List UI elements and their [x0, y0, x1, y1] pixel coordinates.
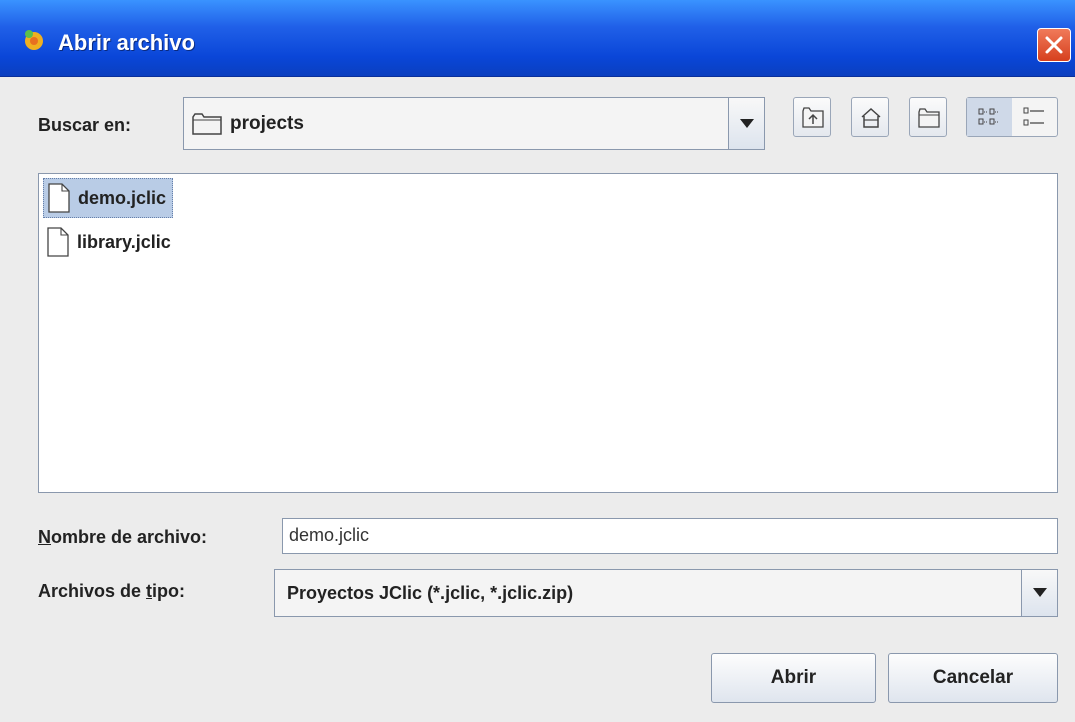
cancel-button[interactable]: Cancelar [888, 653, 1058, 703]
jclic-app-icon [25, 30, 43, 50]
home-button[interactable] [851, 97, 889, 137]
chevron-down-icon [740, 118, 754, 128]
open-button[interactable]: Abrir [711, 653, 876, 703]
lookin-combo[interactable]: projects [183, 97, 765, 150]
title-bar[interactable]: Abrir archivo [0, 0, 1075, 77]
file-name: demo.jclic [78, 187, 167, 208]
filetype-label: Archivos de tipo: [38, 581, 186, 601]
filetype-combo[interactable]: Proyectos JClic (*.jclic, *.jclic.zip) [274, 569, 1058, 617]
lookin-dropdown-button[interactable] [728, 98, 764, 149]
file-list[interactable]: demo.jclic library.jclic [38, 173, 1058, 493]
new-folder-icon [918, 108, 940, 128]
file-name: library.jclic [77, 231, 171, 252]
filetype-value: Proyectos JClic (*.jclic, *.jclic.zip) [287, 583, 574, 603]
filetype-dropdown-button[interactable] [1021, 570, 1057, 616]
folder-up-icon [802, 107, 824, 128]
filename-label: Nombre de archivo: [38, 527, 208, 547]
close-button[interactable] [1037, 28, 1071, 62]
details-view-icon [1023, 107, 1044, 126]
window-title: Abrir archivo [58, 30, 195, 55]
home-icon [861, 107, 881, 128]
file-item[interactable]: library.jclic [43, 222, 177, 262]
list-view-icon [978, 108, 999, 125]
file-item[interactable]: demo.jclic [43, 178, 174, 218]
new-folder-button[interactable] [909, 97, 947, 137]
lookin-value: projects [230, 113, 304, 134]
lookin-label: Buscar en: [38, 115, 132, 135]
view-toggle-group [966, 97, 1058, 137]
up-folder-button[interactable] [793, 97, 831, 137]
filename-input[interactable]: demo.jclic [282, 518, 1058, 554]
file-icon [48, 183, 70, 213]
file-icon [47, 227, 69, 257]
details-view-button[interactable] [1012, 98, 1057, 136]
open-file-dialog: Abrir archivo Buscar en: projects demo.j… [0, 0, 1075, 722]
close-icon [1045, 36, 1063, 54]
folder-icon [192, 113, 222, 135]
list-view-button[interactable] [967, 98, 1012, 136]
chevron-down-icon [1033, 588, 1047, 597]
